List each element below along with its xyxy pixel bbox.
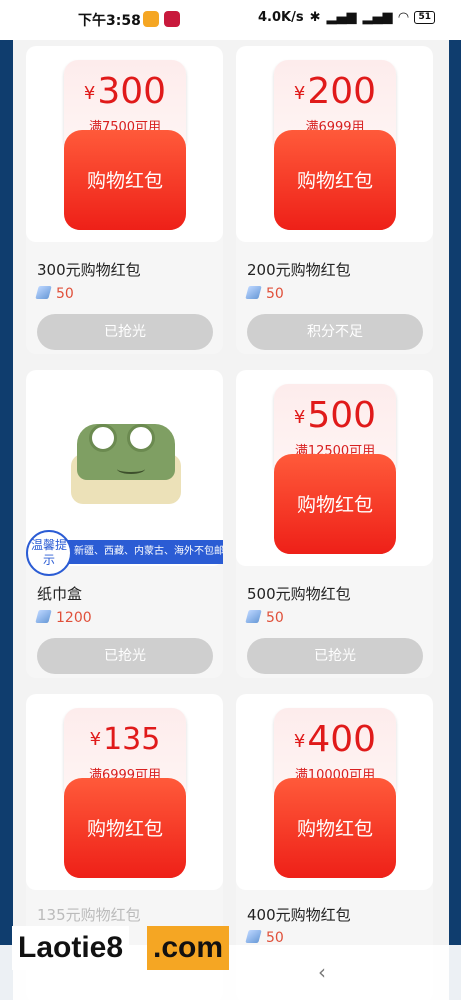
status-time: 下午3:58 <box>78 13 141 29</box>
reward-card-300[interactable]: ¥300 满7500可用 购物红包 300元购物红包 50 已抢光 <box>26 46 223 354</box>
reward-name: 500元购物红包 <box>247 585 351 603</box>
reward-image: ¥300 满7500可用 购物红包 <box>26 46 223 242</box>
points-icon <box>245 286 262 299</box>
reward-name: 400元购物红包 <box>247 906 351 924</box>
signal-hd-icon: ▂▄▆ <box>326 10 357 25</box>
reward-points: 50 <box>245 930 284 946</box>
reward-card-500[interactable]: ¥500 满12500可用 购物红包 500元购物红包 50 已抢光 <box>236 370 433 678</box>
red-packet-graphic: ¥135 满6999可用 购物红包 <box>64 708 186 878</box>
notes-app-icon <box>143 11 159 27</box>
wifi-icon: ◠ <box>398 10 409 25</box>
reward-image: ¥200 满6999用 购物红包 <box>236 46 433 242</box>
packet-amount: ¥300 <box>83 71 167 112</box>
redeem-button[interactable]: 积分不足 <box>247 314 423 350</box>
points-icon <box>245 610 262 623</box>
bluetooth-icon: ✱ <box>309 10 321 25</box>
signal-hd-icon: ▂▄▆ <box>362 10 393 25</box>
shipping-tip-label: 温馨提示 <box>26 530 72 576</box>
shipping-tip-text: 新疆、西藏、内蒙古、海外不包邮 <box>54 540 223 564</box>
packet-amount: ¥500 <box>293 395 377 436</box>
shipping-tip: 新疆、西藏、内蒙古、海外不包邮 温馨提示 <box>26 530 223 576</box>
red-packet-graphic: ¥300 满7500可用 购物红包 <box>64 60 186 230</box>
reward-card-200[interactable]: ¥200 满6999用 购物红包 200元购物红包 50 积分不足 <box>236 46 433 354</box>
reward-image: ¥400 满10000可用 购物红包 <box>236 694 433 890</box>
points-icon <box>35 286 52 299</box>
reward-points: 1200 <box>35 610 92 626</box>
red-packet-graphic: ¥500 满12500可用 购物红包 <box>274 384 396 554</box>
packet-title: 购物红包 <box>296 494 373 516</box>
tissue-box-image <box>71 416 181 506</box>
redeem-button[interactable]: 已抢光 <box>37 314 213 350</box>
app-notification-icon <box>164 11 180 27</box>
reward-points: 50 <box>245 286 284 302</box>
reward-points: 50 <box>35 286 74 302</box>
reward-image: ¥135 满6999可用 购物红包 <box>26 694 223 890</box>
packet-title: 购物红包 <box>86 818 163 840</box>
watermark-text-domain: .com <box>147 926 230 970</box>
packet-title: 购物红包 <box>86 170 163 192</box>
reward-image: ¥500 满12500可用 购物红包 <box>236 370 433 566</box>
packet-amount: ¥400 <box>293 719 377 760</box>
net-speed: 4.0K/s <box>257 10 304 25</box>
reward-name: 135元购物红包 <box>37 906 141 924</box>
reward-card-tissue-box[interactable]: 新疆、西藏、内蒙古、海外不包邮 温馨提示 纸巾盒 1200 已抢光 <box>26 370 223 678</box>
reward-image: 新疆、西藏、内蒙古、海外不包邮 温馨提示 <box>26 370 223 576</box>
site-watermark: Laotie8 .com <box>12 926 242 970</box>
reward-name: 300元购物红包 <box>37 261 141 279</box>
status-right: 4.0K/s ✱ ▂▄▆ ▂▄▆ ◠ 51 <box>258 10 435 25</box>
reward-name: 纸巾盒 <box>37 585 83 603</box>
packet-amount: ¥200 <box>293 71 377 112</box>
packet-amount: ¥135 <box>89 722 161 757</box>
watermark-text-main: Laotie8 <box>12 926 130 970</box>
reward-grid: ¥300 满7500可用 购物红包 300元购物红包 50 已抢光 ¥200 满… <box>13 40 449 1000</box>
packet-title: 购物红包 <box>296 170 373 192</box>
points-icon <box>245 930 262 943</box>
reward-name: 200元购物红包 <box>247 261 351 279</box>
status-bar: 下午3:58 4.0K/s ✱ ▂▄▆ ▂▄▆ ◠ 51 <box>0 0 461 40</box>
red-packet-graphic: ¥400 满10000可用 购物红包 <box>274 708 396 878</box>
redeem-button[interactable]: 已抢光 <box>247 638 423 674</box>
redeem-button[interactable]: 已抢光 <box>37 638 213 674</box>
back-icon[interactable]: ‹ <box>318 960 326 984</box>
packet-title: 购物红包 <box>296 818 373 840</box>
red-packet-graphic: ¥200 满6999用 购物红包 <box>274 60 396 230</box>
battery-icon: 51 <box>414 11 435 24</box>
points-icon <box>35 610 52 623</box>
reward-points: 50 <box>245 610 284 626</box>
